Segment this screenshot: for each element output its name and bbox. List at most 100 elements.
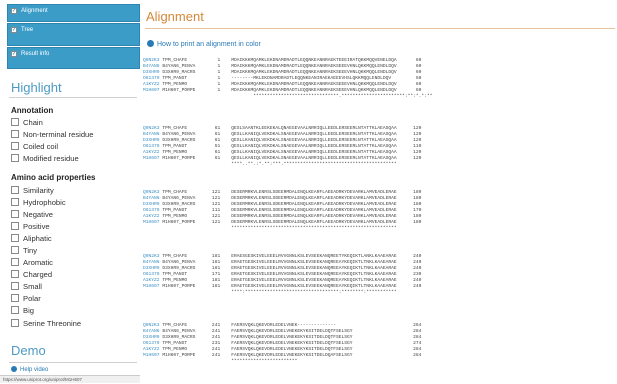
checkbox-icon[interactable]: ✓ bbox=[11, 27, 17, 33]
sequence-id-link[interactable]: M1H607 bbox=[143, 284, 162, 289]
sequence-id-link[interactable]: O61379 bbox=[143, 341, 162, 346]
sequence-id-link[interactable]: B4YAN6 bbox=[143, 64, 162, 69]
sequence-id-link[interactable]: Q9N2K3 bbox=[143, 126, 162, 131]
divider bbox=[145, 28, 615, 29]
sequence-id-link[interactable]: O61379 bbox=[143, 208, 162, 213]
tab-result-info[interactable]: ✓ Result info bbox=[7, 47, 140, 69]
checkbox-icon[interactable] bbox=[11, 270, 19, 278]
consensus-row: ****:**********************************:… bbox=[143, 290, 397, 295]
checkbox-icon[interactable] bbox=[11, 306, 19, 314]
tab-label: Alignment bbox=[21, 8, 48, 14]
checkbox-icon[interactable] bbox=[11, 118, 19, 126]
sequence-id-link[interactable]: M1H607 bbox=[143, 88, 162, 93]
amino-acid-properties-title: Amino acid properties bbox=[11, 173, 96, 182]
sequence-id-link[interactable]: D3XHR9 bbox=[143, 202, 162, 207]
sequence-text: B4YAN6_PENVA 241 FAERSVQKLQKEVDRLEDELVNE… bbox=[162, 329, 422, 334]
option-big[interactable]: Big bbox=[11, 306, 34, 316]
help-video-link[interactable]: Help video bbox=[11, 366, 48, 373]
sequence-id-link[interactable]: M1H607 bbox=[143, 220, 162, 225]
option-modified-residue[interactable]: Modified residue bbox=[11, 154, 79, 164]
sequence-text: TPM_PANST 171 ERAETGESKIVELEEELRVVGNNLKS… bbox=[162, 272, 422, 277]
sequence-id-link[interactable]: O61379 bbox=[143, 76, 162, 81]
consensus-row: ************************ bbox=[143, 359, 298, 364]
checkbox-icon[interactable] bbox=[11, 198, 19, 206]
print-color-link[interactable]: How to print an alignment in color bbox=[147, 40, 261, 48]
sequence-id-link[interactable]: B4YAN6 bbox=[143, 260, 162, 265]
checkbox-icon[interactable] bbox=[11, 234, 19, 242]
checkbox-icon[interactable] bbox=[11, 258, 19, 266]
checkbox-icon[interactable] bbox=[11, 186, 19, 194]
checkbox-icon[interactable] bbox=[11, 319, 19, 327]
sequence-id-link[interactable]: D3XHR9 bbox=[143, 266, 162, 271]
sequence-id-link[interactable]: A1KYZ2 bbox=[143, 214, 162, 219]
tab-alignment[interactable]: ✓ Alignment bbox=[7, 4, 140, 22]
checkbox-icon[interactable] bbox=[11, 294, 19, 302]
sequence-text: B4YAN6_PENVA 1 MDAIKKKMQAMKLEKDNAMDRADTL… bbox=[162, 64, 422, 69]
sequence-text: TPM_PANST 1 --------MKLEKDNAMDRADTLEQQNK… bbox=[162, 76, 422, 81]
sequence-text: D3XHR9_MACRS 181 ERAETGESKIVELEEELRVVGNN… bbox=[162, 266, 422, 271]
checkbox-icon[interactable]: ✓ bbox=[11, 51, 17, 57]
tab-label: Tree bbox=[21, 27, 34, 33]
sequence-id-link[interactable]: D3XHR9 bbox=[143, 70, 162, 75]
sequence-id-link[interactable]: O61379 bbox=[143, 144, 162, 149]
sequence-id-link[interactable]: D3XHR9 bbox=[143, 138, 162, 143]
sequence-id-link[interactable]: A1KYZ2 bbox=[143, 82, 162, 87]
sequence-id-link[interactable]: M1H607 bbox=[143, 353, 162, 358]
option-chain[interactable]: Chain bbox=[11, 118, 43, 128]
help-icon bbox=[147, 40, 154, 47]
tab-tree[interactable]: ✓ Tree bbox=[7, 23, 140, 46]
sequence-text: D3XHR9_MACRS 241 FAERSVQKLQKEVDRLEDELVNE… bbox=[162, 335, 422, 340]
sequence-id-link[interactable]: Q9N2K3 bbox=[143, 58, 162, 63]
sequence-text: M1H607_PORPE 241 FAERSVQKLQKEVDRLEDELVNE… bbox=[162, 353, 422, 358]
option-polar[interactable]: Polar bbox=[11, 294, 41, 304]
checkbox-icon[interactable] bbox=[11, 222, 19, 230]
sequence-id-link[interactable]: B4YAN6 bbox=[143, 132, 162, 137]
sidebar: ✓ Alignment ✓ Tree ✓ Result info Highlig… bbox=[0, 0, 140, 383]
video-icon bbox=[11, 366, 17, 372]
checkbox-icon[interactable]: ✓ bbox=[11, 8, 17, 14]
checkbox-icon[interactable] bbox=[11, 246, 19, 254]
sequence-text: TPM_PANST 51 QESLLKANIQLVEKDKALSNAEGEVAA… bbox=[162, 144, 422, 149]
sequence-text: M1H607_PORPE 61 QESLLKANIQLVEKDKALSNAEGE… bbox=[162, 156, 422, 161]
option-negative[interactable]: Negative bbox=[11, 210, 53, 220]
tab-label: Result info bbox=[21, 51, 50, 57]
checkbox-icon[interactable] bbox=[11, 210, 19, 218]
sequence-text: TPM_PENMO 121 DESERMRKVLENRSLSDEERMDALEN… bbox=[162, 214, 422, 219]
option-non-terminal-residue[interactable]: Non-terminal residue bbox=[11, 130, 93, 140]
sequence-text: B4YAN6_PENVA 61 QESLLKANIQLVEKDKALSNAEGE… bbox=[162, 132, 422, 137]
sequence-id-link[interactable]: Q9N2K3 bbox=[143, 323, 162, 328]
sequence-id-link[interactable]: Q9N2K3 bbox=[143, 190, 162, 195]
checkbox-icon[interactable] bbox=[11, 154, 19, 162]
sequence-id-link[interactable]: B4YAN6 bbox=[143, 329, 162, 334]
option-similarity[interactable]: Similarity bbox=[11, 186, 54, 196]
status-bar-url: https://www.uniprot.org/uniprot/M1H607 bbox=[0, 375, 140, 383]
sequence-text: TPM_CHAFE 61 QESLSAANTKLEEKEKALQNAEGEVAA… bbox=[162, 126, 422, 131]
option-aliphatic[interactable]: Aliphatic bbox=[11, 234, 52, 244]
option-aromatic[interactable]: Aromatic bbox=[11, 258, 53, 268]
sequence-text: TPM_PANST 111 DESERMRKVLENRSLSDEERMDALEN… bbox=[162, 208, 422, 213]
option-charged[interactable]: Charged bbox=[11, 270, 52, 280]
option-positive[interactable]: Positive bbox=[11, 222, 50, 232]
checkbox-icon[interactable] bbox=[11, 142, 19, 150]
checkbox-icon[interactable] bbox=[11, 282, 19, 290]
option-hydrophobic[interactable]: Hydrophobic bbox=[11, 198, 66, 208]
sequence-text: D3XHR9_MACRS 61 QESLLKANIQLVEKDKALSNAEGE… bbox=[162, 138, 422, 143]
sequence-text: M1H607_PORPE 181 ERAETGESKIVELEEELRVVGNN… bbox=[162, 284, 422, 289]
divider bbox=[9, 362, 137, 363]
sequence-id-link[interactable]: M1H607 bbox=[143, 156, 162, 161]
demo-title: Demo bbox=[11, 343, 46, 358]
sequence-id-link[interactable]: A1KYZ2 bbox=[143, 278, 162, 283]
sequence-id-link[interactable]: A1KYZ2 bbox=[143, 347, 162, 352]
sequence-id-link[interactable]: A1KYZ2 bbox=[143, 150, 162, 155]
sequence-id-link[interactable]: O61379 bbox=[143, 272, 162, 277]
sequence-id-link[interactable]: D3XHR9 bbox=[143, 335, 162, 340]
sequence-text: TPM_PENMO 1 MDAIKKKMQAMKLEKDNAMDRADTLEQQ… bbox=[162, 82, 422, 87]
option-coiled-coil[interactable]: Coiled coil bbox=[11, 142, 58, 152]
option-tiny[interactable]: Tiny bbox=[11, 246, 37, 256]
page-title: Alignment bbox=[146, 9, 204, 24]
checkbox-icon[interactable] bbox=[11, 130, 19, 138]
sequence-id-link[interactable]: Q9N2K3 bbox=[143, 254, 162, 259]
option-serine-threonine[interactable]: Serine Threonine bbox=[11, 319, 81, 329]
option-small[interactable]: Small bbox=[11, 282, 42, 292]
sequence-id-link[interactable]: B4YAN6 bbox=[143, 196, 162, 201]
